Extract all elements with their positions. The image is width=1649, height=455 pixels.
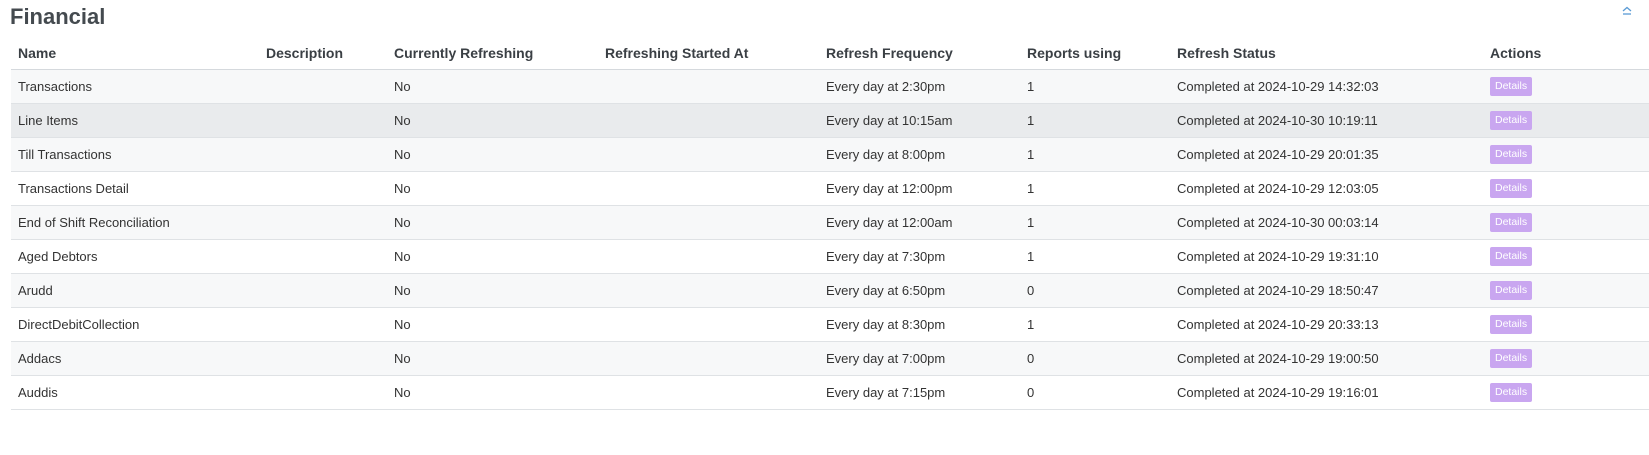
table-row: Line Items No Every day at 10:15am 1 Complet…: [11, 104, 1649, 138]
cell-name: End of Shift Reconciliation: [18, 215, 170, 230]
table-row: Transactions No Every day at 2:30pm 1 Comple…: [11, 70, 1649, 104]
cell-reports-using: 1: [1027, 215, 1035, 230]
column-header-actions: Actions: [1490, 45, 1542, 61]
cell-reports-using: 1: [1027, 113, 1035, 128]
details-button[interactable]: Details: [1490, 281, 1533, 300]
cell-refresh-frequency: Every day at 12:00pm: [826, 181, 953, 196]
section-title: Financial: [10, 4, 106, 29]
cell-name: Till Transactions: [18, 147, 112, 162]
cell-currently-refreshing: No: [394, 215, 411, 230]
cell-refresh-status: Completed at 2024-10-29 19:16:01: [1177, 385, 1379, 400]
details-button[interactable]: Details: [1490, 383, 1533, 402]
cell-reports-using: 0: [1027, 385, 1035, 400]
cell-currently-refreshing: No: [394, 181, 411, 196]
cell-reports-using: 1: [1027, 317, 1035, 332]
cell-name: DirectDebitCollection: [18, 317, 140, 332]
cell-currently-refreshing: No: [394, 283, 411, 298]
cell-refresh-frequency: Every day at 7:15pm: [826, 385, 946, 400]
details-button[interactable]: Details: [1490, 77, 1533, 96]
details-button[interactable]: Details: [1490, 213, 1533, 232]
cell-refresh-status: Completed at 2024-10-29 20:33:13: [1177, 317, 1379, 332]
cell-refresh-status: Completed at 2024-10-29 12:03:05: [1177, 181, 1379, 196]
cell-actions: Details: [1481, 281, 1649, 300]
data-sources-table: Name Description Currently Refreshing Re…: [11, 37, 1649, 410]
cell-actions: Details: [1481, 349, 1649, 368]
details-button[interactable]: Details: [1490, 179, 1533, 198]
cell-actions: Details: [1481, 213, 1649, 232]
table-row: Till Transactions No Every day at 8:00pm 1 C…: [11, 138, 1649, 172]
cell-reports-using: 1: [1027, 249, 1035, 264]
table-row: Transactions Detail No Every day at 12:00p…: [11, 172, 1649, 206]
cell-actions: Details: [1481, 383, 1649, 402]
cell-refresh-status: Completed at 2024-10-29 18:50:47: [1177, 283, 1379, 298]
cell-refresh-frequency: Every day at 8:00pm: [826, 147, 946, 162]
cell-reports-using: 1: [1027, 181, 1035, 196]
table-row: Aged Debtors No Every day at 7:30pm 1 Comple…: [11, 240, 1649, 274]
cell-refresh-frequency: Every day at 8:30pm: [826, 317, 946, 332]
cell-currently-refreshing: No: [394, 317, 411, 332]
cell-name: Line Items: [18, 113, 78, 128]
cell-actions: Details: [1481, 179, 1649, 198]
table-header-row: Name Description Currently Refreshing Re…: [11, 37, 1649, 70]
cell-actions: Details: [1481, 315, 1649, 334]
table-row: DirectDebitCollection No Every day at 8:30…: [11, 308, 1649, 342]
cell-currently-refreshing: No: [394, 385, 411, 400]
cell-actions: Details: [1481, 77, 1649, 96]
cell-refresh-frequency: Every day at 10:15am: [826, 113, 953, 128]
cell-refresh-frequency: Every day at 12:00am: [826, 215, 953, 230]
column-header-refreshing-started-at[interactable]: Refreshing Started At: [598, 45, 819, 61]
table-row: Auddis No Every day at 7:15pm 0 Completed at…: [11, 376, 1649, 410]
table-row: End of Shift Reconciliation No Every day a…: [11, 206, 1649, 240]
details-button[interactable]: Details: [1490, 349, 1533, 368]
cell-name: Arudd: [18, 283, 53, 298]
chevron-up-icon[interactable]: [1621, 4, 1633, 16]
cell-name: Addacs: [18, 351, 62, 366]
table-row: Arudd No Every day at 6:50pm 0 Completed at …: [11, 274, 1649, 308]
cell-refresh-status: Completed at 2024-10-30 10:19:11: [1177, 113, 1378, 128]
cell-currently-refreshing: No: [394, 147, 411, 162]
cell-refresh-frequency: Every day at 6:50pm: [826, 283, 946, 298]
cell-refresh-status: Completed at 2024-10-29 14:32:03: [1177, 79, 1379, 94]
cell-refresh-status: Completed at 2024-10-30 00:03:14: [1177, 215, 1379, 230]
cell-reports-using: 1: [1027, 147, 1035, 162]
column-header-refresh-status[interactable]: Refresh Status: [1170, 45, 1481, 61]
column-header-currently-refreshing[interactable]: Currently Refreshing: [387, 45, 598, 61]
details-button[interactable]: Details: [1490, 111, 1533, 130]
cell-refresh-status: Completed at 2024-10-29 20:01:35: [1177, 147, 1379, 162]
cell-refresh-frequency: Every day at 7:00pm: [826, 351, 946, 366]
cell-name: Auddis: [18, 385, 58, 400]
column-header-refresh-frequency[interactable]: Refresh Frequency: [819, 45, 1020, 61]
column-header-reports-using[interactable]: Reports using: [1020, 45, 1170, 61]
cell-reports-using: 1: [1027, 79, 1035, 94]
cell-reports-using: 0: [1027, 351, 1035, 366]
cell-currently-refreshing: No: [394, 113, 411, 128]
cell-name: Transactions Detail: [18, 181, 129, 196]
cell-currently-refreshing: No: [394, 79, 411, 94]
cell-actions: Details: [1481, 247, 1649, 266]
cell-currently-refreshing: No: [394, 249, 411, 264]
column-header-name[interactable]: Name: [11, 45, 259, 61]
cell-name: Aged Debtors: [18, 249, 98, 264]
cell-refresh-status: Completed at 2024-10-29 19:31:10: [1177, 249, 1379, 264]
cell-actions: Details: [1481, 111, 1649, 130]
cell-actions: Details: [1481, 145, 1649, 164]
cell-name: Transactions: [18, 79, 92, 94]
cell-refresh-status: Completed at 2024-10-29 19:00:50: [1177, 351, 1379, 366]
details-button[interactable]: Details: [1490, 247, 1533, 266]
cell-refresh-frequency: Every day at 7:30pm: [826, 249, 946, 264]
table-row: Addacs No Every day at 7:00pm 0 Completed at…: [11, 342, 1649, 376]
cell-reports-using: 0: [1027, 283, 1035, 298]
cell-refresh-frequency: Every day at 2:30pm: [826, 79, 946, 94]
details-button[interactable]: Details: [1490, 145, 1533, 164]
details-button[interactable]: Details: [1490, 315, 1533, 334]
column-header-description[interactable]: Description: [259, 45, 387, 61]
cell-currently-refreshing: No: [394, 351, 411, 366]
